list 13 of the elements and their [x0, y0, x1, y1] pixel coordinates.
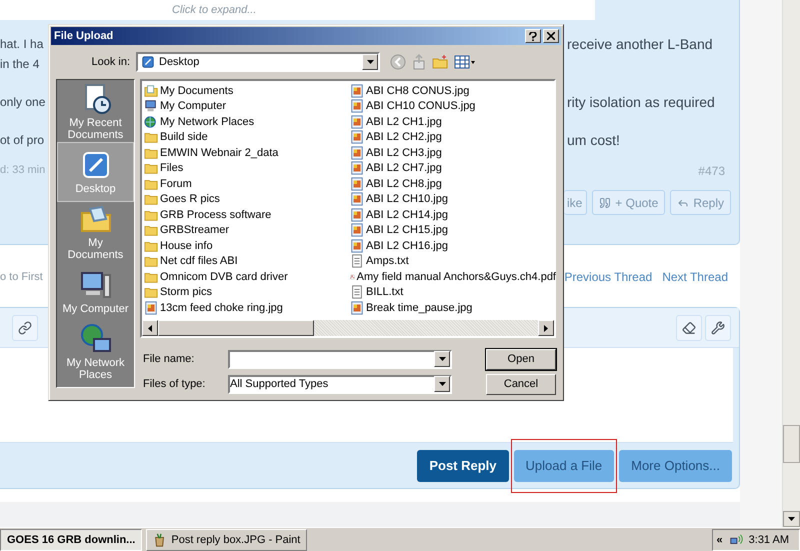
post-text: rity isolation as required: [567, 94, 716, 110]
file-type-label: Files of type:: [142, 378, 206, 390]
post-text: um cost!: [567, 132, 621, 148]
file-name-label: File name:: [142, 353, 196, 365]
post-text: receive another L-Band: [567, 36, 714, 52]
post-text: only one: [0, 95, 46, 109]
post-text: hat. I ha: [0, 37, 44, 51]
post-text: in the 4: [0, 57, 40, 71]
post-text: ot of pro: [0, 133, 46, 147]
look-in-label: Look in:: [90, 56, 131, 68]
post-date: d: 33 min: [0, 164, 46, 178]
dialog-title: File Upload: [54, 30, 114, 42]
clock: 3:31 AM: [748, 534, 789, 546]
